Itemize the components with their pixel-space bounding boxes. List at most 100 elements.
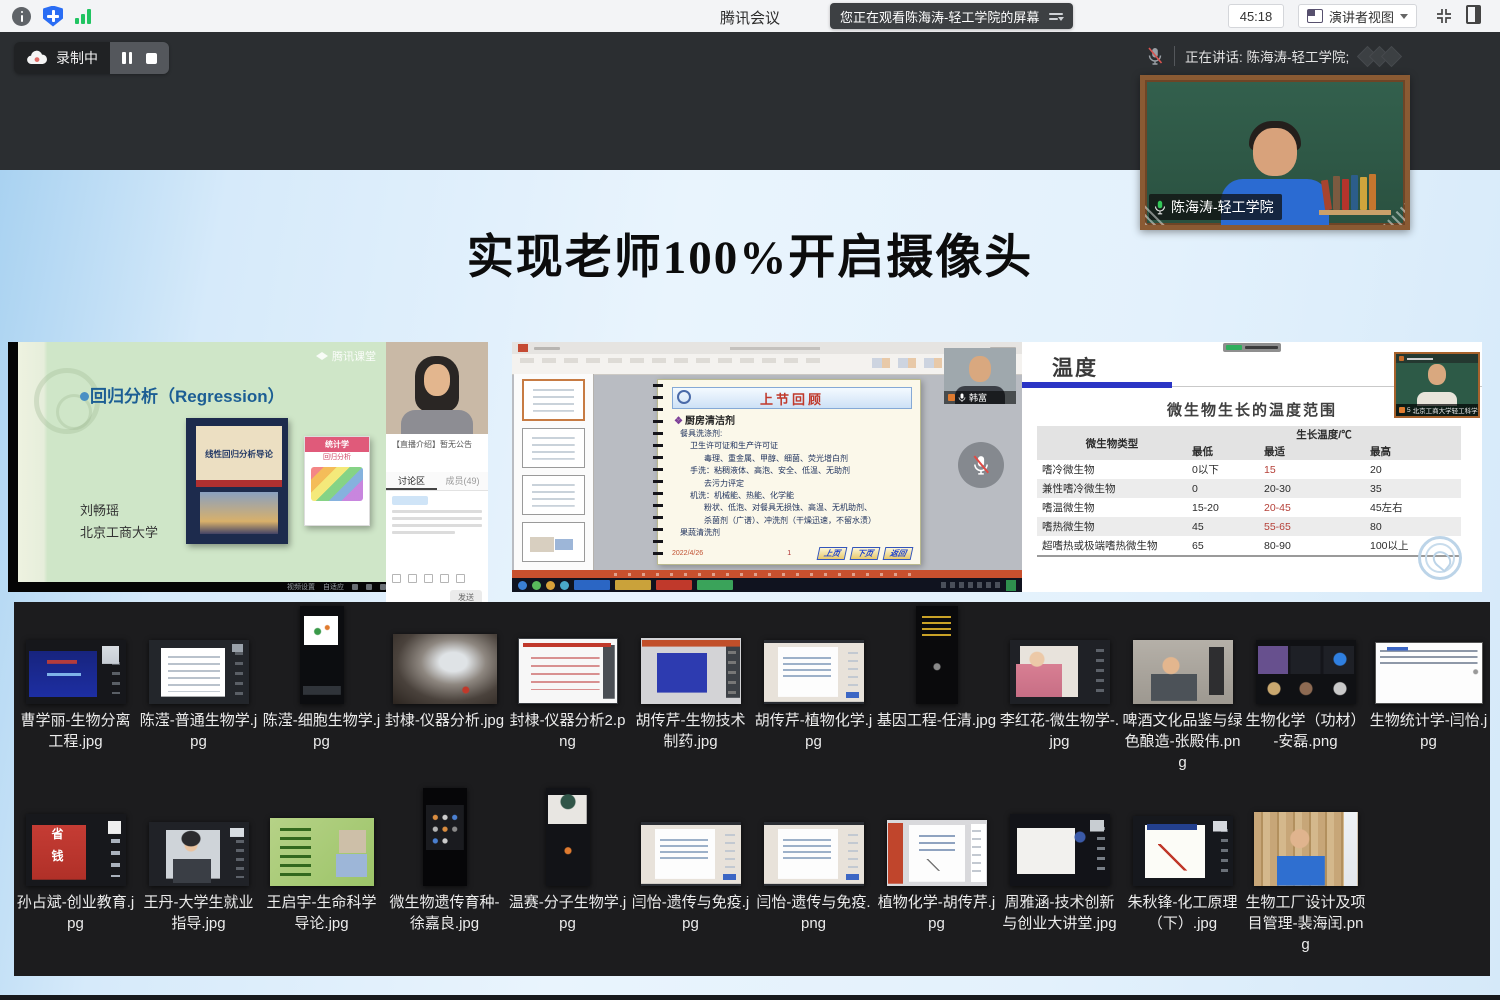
file-item[interactable]: 陈滢-普通生物学.jpg bbox=[137, 604, 260, 784]
side-panel-toggle[interactable] bbox=[1466, 5, 1486, 27]
file-thumbnail[interactable] bbox=[149, 640, 249, 704]
file-thumbnail[interactable] bbox=[1010, 814, 1110, 886]
stop-recording-button[interactable] bbox=[146, 53, 157, 64]
file-name[interactable]: 微生物遗传育种-徐嘉良.jpg bbox=[384, 892, 506, 934]
file-name[interactable]: 植物化学-胡传芹.jpg bbox=[876, 892, 998, 934]
file-item[interactable]: 封棣-仪器分析.jpg bbox=[383, 604, 506, 784]
taskbar-icon[interactable] bbox=[518, 581, 527, 590]
file-name[interactable]: 王丹-大学生就业指导.jpg bbox=[138, 892, 260, 934]
file-name[interactable]: 生物统计学-闫怡.jpg bbox=[1368, 710, 1490, 752]
file-thumbnail[interactable] bbox=[546, 788, 590, 886]
taskbar-icon[interactable] bbox=[560, 581, 569, 590]
file-thumbnail[interactable] bbox=[423, 788, 467, 886]
file-thumbnail[interactable] bbox=[887, 820, 987, 886]
file-item[interactable]: 胡传芹-生物技术制药.jpg bbox=[629, 604, 752, 784]
file-name[interactable]: 生物工厂设计及项目管理-裴海闰.png bbox=[1245, 892, 1367, 955]
file-thumbnail[interactable] bbox=[270, 818, 374, 886]
pause-recording-button[interactable] bbox=[122, 52, 132, 64]
taskbar-app-button[interactable] bbox=[697, 580, 733, 590]
file-item[interactable]: 胡传芹-植物化学.jpg bbox=[752, 604, 875, 784]
slide-thumbnail[interactable] bbox=[522, 428, 585, 468]
taskbar-app-button[interactable] bbox=[574, 580, 610, 590]
file-name[interactable]: 啤酒文化品鉴与绿色酿造-张殿伟.png bbox=[1122, 710, 1244, 773]
file-item[interactable]: 闫怡-遗传与免疫.jpg bbox=[629, 784, 752, 978]
tray-app-icon[interactable] bbox=[1006, 580, 1016, 591]
file-thumbnail[interactable] bbox=[1256, 640, 1356, 704]
file-thumbnail[interactable]: 省 钱 bbox=[26, 814, 126, 886]
file-item[interactable]: 曹学丽-生物分离工程.jpg bbox=[14, 604, 137, 784]
file-thumbnail[interactable] bbox=[641, 638, 741, 704]
tab-members[interactable]: 成员(49) bbox=[437, 472, 488, 490]
file-item[interactable]: 朱秋锋-化工原理（下）.jpg bbox=[1121, 784, 1244, 978]
file-item[interactable]: 植物化学-胡传芹.jpg bbox=[875, 784, 998, 978]
file-item[interactable]: 基因工程-任清.jpg bbox=[875, 604, 998, 784]
file-item[interactable]: 省 钱孙占斌-创业教育.jpg bbox=[14, 784, 137, 978]
file-item[interactable]: 周雅涵-技术创新与创业大讲堂.jpg bbox=[998, 784, 1121, 978]
info-icon[interactable] bbox=[12, 7, 31, 26]
file-item[interactable]: 生物化学（功材）-安磊.png bbox=[1244, 604, 1367, 784]
next-page-button[interactable]: 下页 bbox=[850, 547, 881, 560]
file-item[interactable]: 闫怡-遗传与免疫.png bbox=[752, 784, 875, 978]
back-button[interactable]: 返回 bbox=[883, 547, 914, 560]
file-thumbnail[interactable] bbox=[1010, 640, 1110, 704]
file-name[interactable]: 胡传芹-植物化学.jpg bbox=[753, 710, 875, 752]
file-item[interactable]: 陈滢-细胞生物学.jpg bbox=[260, 604, 383, 784]
file-item[interactable]: 微生物遗传育种-徐嘉良.jpg bbox=[383, 784, 506, 978]
chat-tool-icon[interactable] bbox=[424, 574, 433, 583]
file-name[interactable]: 胡传芹-生物技术制药.jpg bbox=[630, 710, 752, 752]
security-shield-icon[interactable] bbox=[43, 6, 63, 27]
exit-fullscreen-button[interactable] bbox=[1432, 4, 1456, 28]
file-name[interactable]: 封棣-仪器分析2.png bbox=[507, 710, 629, 752]
footer-adaptive[interactable]: 自适应 bbox=[323, 582, 344, 592]
file-name[interactable]: 孙占斌-创业教育.jpg bbox=[15, 892, 137, 934]
file-item[interactable]: 封棣-仪器分析2.png bbox=[506, 604, 629, 784]
file-thumbnail[interactable] bbox=[764, 640, 864, 704]
slide-thumbnail[interactable] bbox=[522, 475, 585, 515]
file-name[interactable]: 闫怡-遗传与免疫.png bbox=[753, 892, 875, 934]
system-tray[interactable] bbox=[941, 582, 1001, 588]
file-name[interactable]: 李红花-微生物学-.jpg bbox=[999, 710, 1121, 752]
file-thumbnail[interactable] bbox=[764, 822, 864, 886]
file-name[interactable]: 朱秋锋-化工原理（下）.jpg bbox=[1122, 892, 1244, 934]
file-item[interactable]: 王丹-大学生就业指导.jpg bbox=[137, 784, 260, 978]
tab-discussion[interactable]: 讨论区 bbox=[386, 472, 437, 490]
file-name[interactable]: 基因工程-任清.jpg bbox=[876, 710, 998, 731]
file-thumbnail[interactable] bbox=[916, 606, 958, 704]
file-thumbnail[interactable] bbox=[300, 606, 344, 704]
file-thumbnail[interactable] bbox=[149, 822, 249, 886]
file-thumbnail[interactable] bbox=[1254, 812, 1358, 886]
slide-thumbnail[interactable] bbox=[522, 522, 585, 562]
file-item[interactable]: 啤酒文化品鉴与绿色酿造-张殿伟.png bbox=[1121, 604, 1244, 784]
taskbar-app-button[interactable] bbox=[615, 580, 651, 590]
file-name[interactable]: 生物化学（功材）-安磊.png bbox=[1245, 710, 1367, 752]
footer-icon[interactable] bbox=[366, 584, 372, 590]
file-thumbnail[interactable] bbox=[1133, 816, 1233, 886]
file-thumbnail[interactable] bbox=[26, 640, 126, 704]
file-name[interactable]: 周雅涵-技术创新与创业大讲堂.jpg bbox=[999, 892, 1121, 934]
chat-tool-icon[interactable] bbox=[408, 574, 417, 583]
file-item[interactable]: 生物统计学-闫怡.jpg bbox=[1367, 604, 1490, 784]
taskbar-icon[interactable] bbox=[532, 581, 541, 590]
file-name[interactable]: 陈滢-普通生物学.jpg bbox=[138, 710, 260, 752]
prev-page-button[interactable]: 上页 bbox=[817, 547, 848, 560]
file-item[interactable]: 李红花-微生物学-.jpg bbox=[998, 604, 1121, 784]
mic-muted-icon[interactable] bbox=[1146, 46, 1164, 66]
chat-tool-icon[interactable] bbox=[440, 574, 449, 583]
file-name[interactable]: 温赛-分子生物学.jpg bbox=[507, 892, 629, 934]
chat-tool-icon[interactable] bbox=[392, 574, 401, 583]
file-thumbnail[interactable] bbox=[518, 638, 618, 704]
footer-video-settings[interactable]: 视频设置 bbox=[287, 582, 315, 592]
view-mode-selector[interactable]: 演讲者视图 bbox=[1298, 4, 1417, 28]
banner-menu-icon[interactable] bbox=[1049, 13, 1063, 20]
file-name[interactable]: 曹学丽-生物分离工程.jpg bbox=[15, 710, 137, 752]
file-name[interactable]: 闫怡-遗传与免疫.jpg bbox=[630, 892, 752, 934]
file-name[interactable]: 封棣-仪器分析.jpg bbox=[384, 710, 506, 731]
file-thumbnail[interactable] bbox=[641, 822, 741, 886]
slide-thumbnail-selected[interactable] bbox=[522, 379, 585, 421]
network-signal-icon[interactable] bbox=[75, 8, 91, 24]
chat-tool-icon[interactable] bbox=[456, 574, 465, 583]
footer-icon[interactable] bbox=[352, 584, 358, 590]
file-item[interactable]: 王启宇-生命科学导论.jpg bbox=[260, 784, 383, 978]
file-item[interactable]: 温赛-分子生物学.jpg bbox=[506, 784, 629, 978]
taskbar-icon[interactable] bbox=[546, 581, 555, 590]
